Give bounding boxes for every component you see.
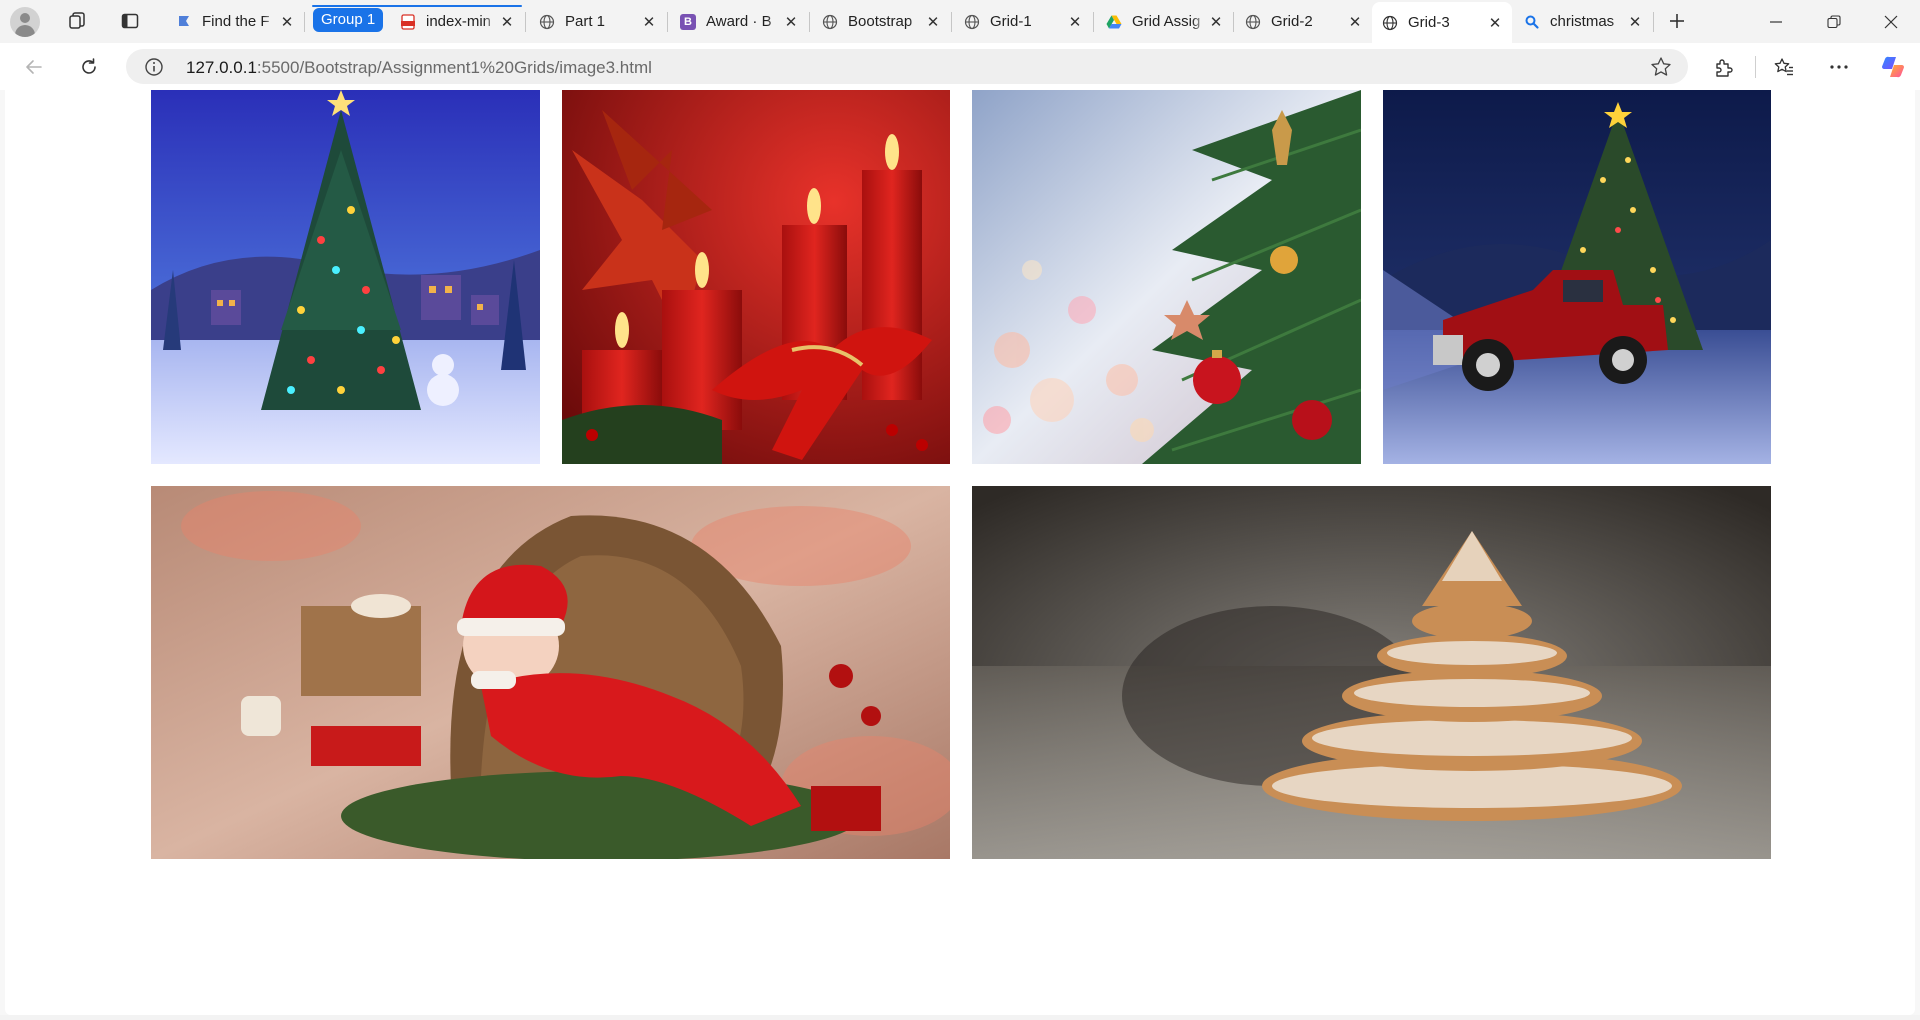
tab-strip: Find the F ✕ Group 1 index-min ✕ Part 1 …	[0, 0, 1920, 43]
close-icon[interactable]: ✕	[1066, 13, 1084, 31]
globe-icon	[1382, 15, 1398, 31]
tab-award[interactable]: B Award · B ✕	[670, 4, 808, 39]
tab-title: Grid-3	[1408, 14, 1450, 31]
close-icon[interactable]: ✕	[498, 13, 516, 31]
google-drive-icon	[1106, 14, 1122, 30]
bootstrap-icon: B	[680, 13, 696, 30]
ornament-tree-bokeh-image	[972, 90, 1361, 464]
tab-title: Grid Assig	[1132, 13, 1201, 30]
restore-icon[interactable]	[1805, 0, 1863, 43]
new-tab-icon[interactable]	[1663, 8, 1691, 34]
minimize-icon[interactable]	[1747, 0, 1805, 43]
tab-title: Bootstrap	[848, 13, 913, 30]
site-info-icon[interactable]	[144, 57, 164, 82]
globe-icon	[539, 14, 555, 30]
close-icon[interactable]: ✕	[924, 13, 942, 31]
newborn-santa-baby-image	[151, 486, 950, 859]
tab-title: index-min	[426, 13, 492, 30]
tab-group-label[interactable]: Group 1	[313, 8, 384, 32]
close-icon[interactable]: ✕	[278, 13, 296, 31]
page-viewport	[5, 90, 1915, 1015]
back-icon[interactable]	[18, 51, 50, 83]
pdf-icon	[400, 13, 416, 30]
address-bar[interactable]: 127.0.0.1:5500/Bootstrap/Assignment1%20G…	[126, 49, 1688, 84]
tab-part-1[interactable]: Part 1 ✕	[529, 4, 666, 39]
tab-christmas[interactable]: christmas ✕	[1514, 4, 1652, 39]
tab-title: Part 1	[565, 13, 606, 30]
tab-grid-1[interactable]: Grid-1 ✕	[954, 4, 1092, 39]
profile-avatar-icon[interactable]	[10, 7, 40, 37]
bookmark-flag-icon	[176, 14, 192, 30]
more-options-icon[interactable]	[1823, 51, 1855, 83]
url-path: :5500/Bootstrap/Assignment1%20Grids/imag…	[256, 58, 652, 77]
favorite-star-icon[interactable]	[1650, 56, 1672, 83]
tab-find-the[interactable]: Find the F ✕	[166, 4, 304, 39]
search-icon	[1524, 14, 1540, 30]
tab-title: Find the F	[202, 13, 270, 30]
close-icon[interactable]: ✕	[1207, 13, 1225, 31]
globe-icon	[822, 14, 838, 30]
vertical-tabs-icon[interactable]	[116, 8, 144, 34]
tab-index-min[interactable]: index-min ✕	[390, 4, 524, 39]
extensions-icon[interactable]	[1708, 51, 1740, 83]
copilot-icon[interactable]	[1877, 51, 1909, 83]
tab-bootstrap[interactable]: Bootstrap ✕	[812, 4, 950, 39]
close-icon[interactable]: ✕	[1346, 13, 1364, 31]
favorites-icon[interactable]	[1768, 51, 1800, 83]
tab-title: Grid-1	[990, 13, 1032, 30]
browser-toolbar: 127.0.0.1:5500/Bootstrap/Assignment1%20G…	[0, 43, 1920, 90]
workspaces-icon[interactable]	[63, 8, 91, 34]
tab-grid-2[interactable]: Grid-2 ✕	[1235, 4, 1372, 39]
red-truck-christmas-tree-image	[1383, 90, 1771, 464]
red-christmas-candles-image	[562, 90, 950, 464]
tab-title: Grid-2	[1271, 13, 1313, 30]
url-host: 127.0.0.1	[186, 58, 257, 77]
close-icon[interactable]: ✕	[640, 13, 658, 31]
url-text[interactable]: 127.0.0.1:5500/Bootstrap/Assignment1%20G…	[186, 58, 652, 78]
close-icon[interactable]: ✕	[1626, 13, 1644, 31]
gingerbread-cookie-tree-image	[972, 486, 1771, 859]
refresh-icon[interactable]	[73, 51, 105, 83]
tab-grid-assignment[interactable]: Grid Assig ✕	[1096, 4, 1233, 39]
close-icon[interactable]: ✕	[1486, 14, 1504, 32]
window-close-icon[interactable]	[1862, 0, 1920, 43]
close-icon[interactable]: ✕	[782, 13, 800, 31]
window-bottom-border	[0, 1015, 1920, 1020]
christmas-tree-village-image	[151, 90, 540, 464]
tab-title: Award · B	[706, 13, 772, 30]
tab-title: christmas	[1550, 13, 1615, 30]
globe-icon	[1245, 14, 1261, 30]
tab-grid-3[interactable]: Grid-3 ✕	[1372, 2, 1512, 43]
globe-icon	[964, 14, 980, 30]
